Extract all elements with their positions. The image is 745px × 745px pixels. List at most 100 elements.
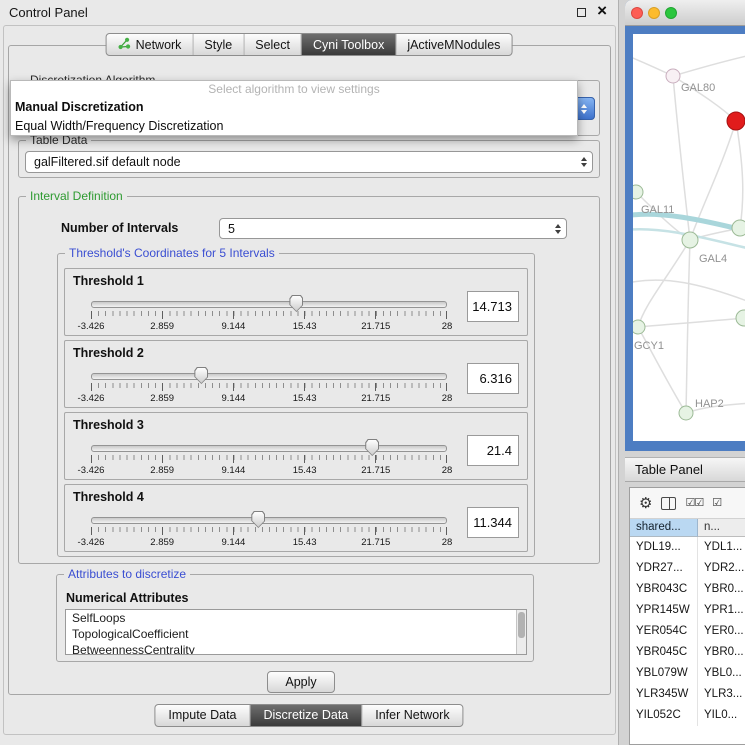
list-item[interactable]: TopologicalCoefficient [66,626,526,642]
close-icon[interactable]: × [597,1,607,21]
threshold-4-thumb[interactable] [251,511,265,528]
threshold-3-thumb[interactable] [365,439,379,456]
tick-label: -3.426 [78,321,105,332]
threshold-4-value[interactable]: 11.344 [467,507,519,538]
list-item[interactable]: SelfLoops [66,610,526,626]
network-window-titlebar[interactable] [625,0,745,26]
attributes-list: SelfLoops TopologicalCoefficient Between… [65,609,527,655]
tab-impute-data[interactable]: Impute Data [155,705,249,726]
node[interactable] [633,320,645,334]
cell: YBR0... [698,642,745,663]
table-row[interactable]: YBR043CYBR0... [630,579,745,600]
network-icon [118,37,131,53]
dropdown-option-manual-discretization[interactable]: Manual Discretization [11,98,577,117]
group-title: Threshold's Coordinates for 5 Intervals [65,246,279,260]
table-row[interactable]: YIL052CYIL0... [630,705,745,726]
threshold-2-thumb[interactable] [194,367,208,384]
table-row[interactable]: YDL19...YDL1... [630,537,745,558]
select-all-icon[interactable]: ☑☑ [685,498,703,509]
tick-label: 28 [442,465,453,476]
tab-cyni-toolbox[interactable]: Cyni Toolbox [301,34,395,55]
algorithm-dropdown-popup: Select algorithm to view settings Manual… [10,80,578,136]
cell: YIL052C [630,705,698,726]
threshold-3-slider[interactable]: -3.426 2.859 9.144 15.43 21.715 28 [91,445,447,477]
node[interactable] [633,185,643,199]
tick-label: 2.859 [150,465,174,476]
gear-icon[interactable]: ⚙ [639,496,652,511]
tick-label: 21.715 [361,537,390,548]
table-row[interactable]: YLR345WYLR3... [630,684,745,705]
tick-label: 21.715 [361,465,390,476]
threshold-3-value[interactable]: 21.4 [467,435,519,466]
table-data-select[interactable]: galFiltered.sif default node [25,151,593,173]
float-window-icon[interactable] [577,8,586,17]
tick-label: 9.144 [222,537,246,548]
slider-major-ticks [91,311,447,319]
table-panel-title: Table Panel [635,462,703,477]
slider-track[interactable] [91,301,447,308]
slider-major-ticks [91,527,447,535]
table-row[interactable]: YBR045CYBR0... [630,642,745,663]
cell: YLR3... [698,684,745,705]
tab-infer-network[interactable]: Infer Network [361,705,462,726]
cell: YBL079W [630,663,698,684]
numerical-attributes-label: Numerical Attributes [66,591,188,605]
tab-select[interactable]: Select [243,34,301,55]
tab-network[interactable]: Network [107,34,193,55]
table-row[interactable]: YPR145WYPR1... [630,600,745,621]
slider-track[interactable] [91,373,447,380]
threshold-3-label: Threshold 3 [73,418,144,432]
table-rows: YDL19...YDL1... YDR27...YDR2... YBR043CY… [630,537,745,726]
node[interactable] [732,220,745,236]
close-traffic-light-icon[interactable] [631,7,643,19]
cell: YPR145W [630,600,698,621]
threshold-4-slider[interactable]: -3.426 2.859 9.144 15.43 21.715 28 [91,517,447,549]
slider-track[interactable] [91,445,447,452]
number-of-intervals-label: Number of Intervals [61,221,178,235]
node[interactable] [679,406,693,420]
tab-label: Style [204,38,232,52]
table-row[interactable]: YDR27...YDR2... [630,558,745,579]
threshold-1-value[interactable]: 14.713 [467,291,519,322]
number-of-intervals-select[interactable]: 5 [219,218,567,239]
node-label: GAL80 [681,82,715,94]
tick-label: 9.144 [222,321,246,332]
threshold-1-label: Threshold 1 [73,274,144,288]
tab-style[interactable]: Style [192,34,243,55]
selected-node[interactable] [727,112,745,130]
node[interactable] [736,310,745,326]
clear-selection-icon[interactable]: ☑ [712,498,721,509]
tick-label: -3.426 [78,537,105,548]
threshold-1-slider[interactable]: -3.426 2.859 9.144 15.43 21.715 28 [91,301,447,333]
zoom-traffic-light-icon[interactable] [665,7,677,19]
node[interactable] [666,69,680,83]
slider-track[interactable] [91,517,447,524]
apply-button[interactable]: Apply [267,671,335,693]
tab-discretize-data[interactable]: Discretize Data [250,705,362,726]
threshold-1-thumb[interactable] [289,295,303,312]
intervals-value: 5 [228,222,235,236]
cell: YBL0... [698,663,745,684]
column-header-shared-name[interactable]: shared... [630,519,698,537]
network-view-window: GAL80 GAL11 GAL4 GCY1 HAP2 [625,0,745,451]
tab-label: Network [136,38,182,52]
threshold-2-panel: Threshold 2 -3.426 2.859 9.144 15.43 21.… [64,340,528,408]
cell: YBR045C [630,642,698,663]
tick-label: 21.715 [361,321,390,332]
list-item[interactable]: BetweennessCentrality [66,642,526,655]
node[interactable] [682,232,698,248]
attributes-group: Attributes to discretize Numerical Attri… [56,574,534,662]
list-scrollbar[interactable] [516,610,526,654]
dropdown-option-equal-width[interactable]: Equal Width/Frequency Discretization [11,117,577,136]
threshold-2-value[interactable]: 6.316 [467,363,519,394]
tab-jactivemnodules[interactable]: jActiveMNodules [395,34,511,55]
table-row[interactable]: YER054CYER0... [630,621,745,642]
minimize-traffic-light-icon[interactable] [648,7,660,19]
show-columns-icon[interactable] [661,497,676,510]
threshold-2-slider[interactable]: -3.426 2.859 9.144 15.43 21.715 28 [91,373,447,405]
column-header-name[interactable]: n... [698,519,745,537]
table-row[interactable]: YBL079WYBL0... [630,663,745,684]
scrollbar-thumb[interactable] [518,612,525,638]
network-canvas[interactable]: GAL80 GAL11 GAL4 GCY1 HAP2 [633,34,745,441]
cell: YDL1... [698,537,745,558]
